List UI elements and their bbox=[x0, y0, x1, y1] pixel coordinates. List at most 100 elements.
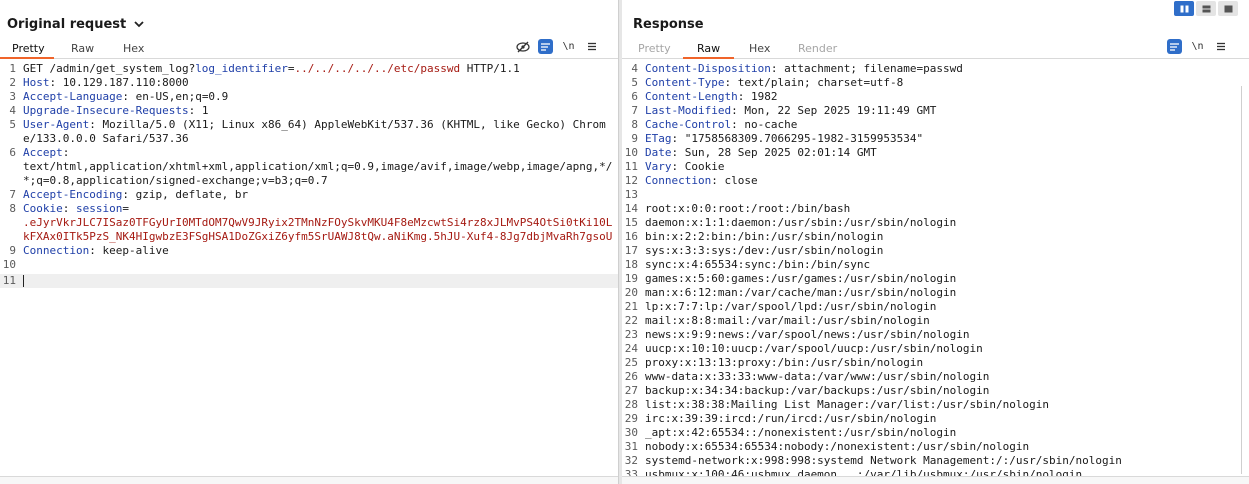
text-segment: sys:x:3:3:sys:/dev:/usr/sbin/nologin bbox=[645, 244, 884, 257]
line-number: 21 bbox=[624, 300, 638, 313]
line-text: systemd-network:x:998:998:systemd Networ… bbox=[642, 454, 1249, 468]
text-segment: games:x:5:60:games:/usr/games:/usr/sbin/… bbox=[645, 272, 957, 285]
code-line: 31 nobody:x:65534:65534:nobody:/nonexiste… bbox=[622, 440, 1249, 454]
code-line: 24 uucp:x:10:10:uucp:/var/spool/uucp:/usr… bbox=[622, 342, 1249, 356]
response-horizontal-scrollbar[interactable] bbox=[622, 476, 1249, 484]
text-segment: : 1982 bbox=[737, 90, 778, 103]
chevron-down-icon[interactable] bbox=[134, 17, 144, 32]
line-number: 4 bbox=[631, 62, 638, 75]
code-line: 28 list:x:38:38:Mailing List Manager:/var… bbox=[622, 398, 1249, 412]
request-tab-raw[interactable]: Raw bbox=[71, 42, 94, 55]
code-line: 19 games:x:5:60:games:/usr/games:/usr/sbi… bbox=[622, 272, 1249, 286]
code-line: 9 ETag: "1758568309.7066295-1982-31599535… bbox=[622, 132, 1249, 146]
layout-tabbed-icon[interactable] bbox=[1218, 1, 1238, 16]
response-tab-hex[interactable]: Hex bbox=[749, 42, 770, 55]
line-number: 4 bbox=[9, 104, 16, 117]
line-number: 20 bbox=[624, 286, 638, 299]
line-number: 12 bbox=[624, 174, 638, 187]
text-segment: : text/plain; charset=utf-8 bbox=[724, 76, 904, 89]
line-number: 32 bbox=[624, 454, 638, 467]
layout-stacked-icon[interactable] bbox=[1196, 1, 1216, 16]
layout-side-by-side-icon[interactable] bbox=[1174, 1, 1194, 16]
code-line: 22 mail:x:8:8:mail:/var/mail:/usr/sbin/no… bbox=[622, 314, 1249, 328]
header-name: Vary bbox=[645, 160, 672, 173]
code-line: 10 bbox=[0, 258, 618, 272]
text-segment: bin:x:2:2:bin:/bin:/usr/sbin/nologin bbox=[645, 230, 884, 243]
code-line: 21 lp:x:7:7:lp:/var/spool/lpd:/usr/sbin/n… bbox=[622, 300, 1249, 314]
line-text: irc:x:39:39:ircd:/run/ircd:/usr/sbin/nol… bbox=[642, 412, 1249, 426]
response-vertical-scrollbar[interactable] bbox=[1241, 86, 1246, 474]
header-name: Host bbox=[23, 76, 50, 89]
code-line: 9 Connection: keep-alive bbox=[0, 244, 618, 258]
line-number: 15 bbox=[624, 216, 638, 229]
request-tab-pretty[interactable]: Pretty bbox=[12, 42, 45, 55]
line-text: Connection: close bbox=[642, 174, 1249, 188]
line-number: 30 bbox=[624, 426, 638, 439]
line-number: 29 bbox=[624, 412, 638, 425]
text-segment: HTTP/1.1 bbox=[460, 62, 520, 75]
text-segment: nobody:x:65534:65534:nobody:/nonexistent… bbox=[645, 440, 1030, 453]
request-editor[interactable]: 1 GET /admin/get_system_log?log_identifie… bbox=[0, 62, 618, 476]
line-text: usbmux:x:100:46:usbmux daemon,,,:/var/li… bbox=[642, 468, 1249, 476]
text-segment: : Cookie bbox=[671, 160, 725, 173]
line-text: news:x:9:9:news:/var/spool/news:/usr/sbi… bbox=[642, 328, 1249, 342]
line-number: 9 bbox=[631, 132, 638, 145]
request-tab-hex[interactable]: Hex bbox=[123, 42, 144, 55]
request-title-dropdown[interactable]: Original request bbox=[7, 17, 144, 32]
line-text: www-data:x:33:33:www-data:/var/www:/usr/… bbox=[642, 370, 1249, 384]
line-text: Connection: keep-alive bbox=[20, 244, 618, 258]
text-segment: : close bbox=[711, 174, 758, 187]
line-text: _apt:x:42:65534::/nonexistent:/usr/sbin/… bbox=[642, 426, 1249, 440]
response-tab-render[interactable]: Render bbox=[798, 42, 837, 55]
menu-icon[interactable] bbox=[584, 39, 599, 54]
code-line: 30 _apt:x:42:65534::/nonexistent:/usr/sbi… bbox=[622, 426, 1249, 440]
text-segment: : Sun, 28 Sep 2025 02:01:14 GMT bbox=[671, 146, 877, 159]
text-segment: : 1 bbox=[188, 104, 209, 117]
header-name: ETag bbox=[645, 132, 672, 145]
header-name: Accept bbox=[23, 146, 63, 159]
header-name: Cache-Control bbox=[645, 118, 732, 131]
code-line: 33 usbmux:x:100:46:usbmux daemon,,,:/var/… bbox=[622, 468, 1249, 476]
request-pane: Original request Pretty Raw Hex \n 1 GET … bbox=[0, 0, 618, 484]
hide-eye-icon[interactable] bbox=[515, 39, 530, 54]
line-number: 6 bbox=[9, 146, 16, 159]
response-tab-raw[interactable]: Raw bbox=[697, 42, 720, 55]
line-text: Cookie: session= .eJyrVkrJLC7ISaz0TFGyUr… bbox=[20, 202, 618, 244]
line-number: 16 bbox=[624, 230, 638, 243]
code-line: 25 proxy:x:13:13:proxy:/bin:/usr/sbin/nol… bbox=[622, 356, 1249, 370]
newline-toggle[interactable]: \n bbox=[1190, 39, 1205, 54]
line-text: uucp:x:10:10:uucp:/var/spool/uucp:/usr/s… bbox=[642, 342, 1249, 356]
code-line: 20 man:x:6:12:man:/var/cache/man:/usr/sbi… bbox=[622, 286, 1249, 300]
line-text: root:x:0:0:root:/root:/bin/bash bbox=[642, 202, 1249, 216]
code-line: 5 Content-Type: text/plain; charset=utf-8 bbox=[622, 76, 1249, 90]
menu-icon[interactable] bbox=[1213, 39, 1228, 54]
line-text: backup:x:34:34:backup:/var/backups:/usr/… bbox=[642, 384, 1249, 398]
response-tab-pretty[interactable]: Pretty bbox=[638, 42, 671, 55]
header-name: Connection bbox=[23, 244, 90, 257]
line-text: Content-Length: 1982 bbox=[642, 90, 1249, 104]
header-name: Last-Modified bbox=[645, 104, 732, 117]
text-segment: : gzip, deflate, br bbox=[122, 188, 249, 201]
code-line: 4 Upgrade-Insecure-Requests: 1 bbox=[0, 104, 618, 118]
text-segment: usbmux:x:100:46:usbmux daemon,,,:/var/li… bbox=[645, 468, 1083, 476]
text-segment: : text/html,application/xhtml+xml,applic… bbox=[23, 146, 613, 187]
line-text: nobody:x:65534:65534:nobody:/nonexistent… bbox=[642, 440, 1249, 454]
request-horizontal-scrollbar[interactable] bbox=[0, 476, 618, 484]
line-text: daemon:x:1:1:daemon:/usr/sbin:/usr/sbin/… bbox=[642, 216, 1249, 230]
pretty-print-icon[interactable] bbox=[538, 39, 553, 54]
line-text: sys:x:3:3:sys:/dev:/usr/sbin/nologin bbox=[642, 244, 1249, 258]
line-number: 9 bbox=[9, 244, 16, 257]
text-cursor bbox=[23, 275, 24, 287]
code-line: 5 User-Agent: Mozilla/5.0 (X11; Linux x86… bbox=[0, 118, 618, 146]
line-number: 5 bbox=[9, 118, 16, 131]
line-text: Content-Disposition: attachment; filenam… bbox=[642, 62, 1249, 76]
line-number: 23 bbox=[624, 328, 638, 341]
text-segment: www-data:x:33:33:www-data:/var/www:/usr/… bbox=[645, 370, 990, 383]
code-line: 18 sync:x:4:65534:sync:/bin:/bin/sync bbox=[622, 258, 1249, 272]
pretty-print-icon[interactable] bbox=[1167, 39, 1182, 54]
line-text bbox=[20, 274, 618, 288]
newline-toggle[interactable]: \n bbox=[561, 39, 576, 54]
header-name: Content-Type bbox=[645, 76, 725, 89]
response-editor[interactable]: 4 Content-Disposition: attachment; filena… bbox=[622, 62, 1249, 476]
line-number: 18 bbox=[624, 258, 638, 271]
